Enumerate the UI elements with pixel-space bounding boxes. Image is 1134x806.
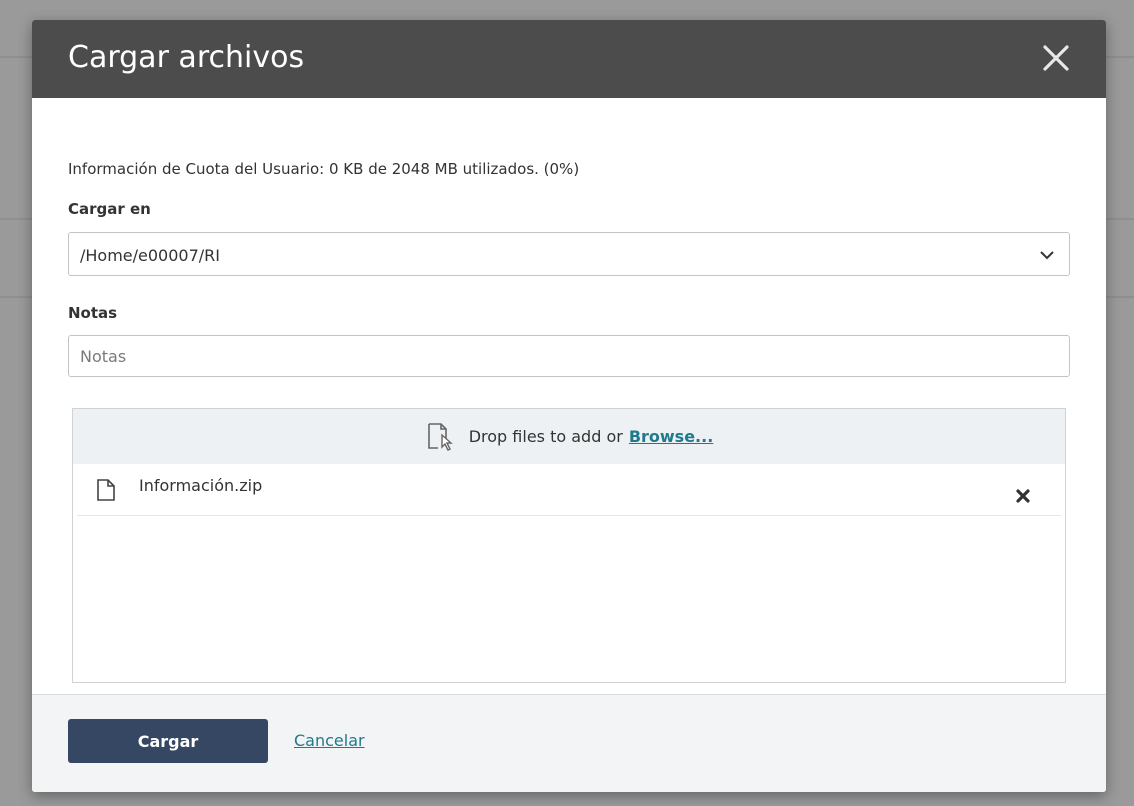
close-button[interactable] xyxy=(1036,38,1076,78)
file-dropzone[interactable]: Drop files to add or Browse... Informaci… xyxy=(72,408,1066,683)
dropzone-header: Drop files to add or Browse... xyxy=(73,409,1065,464)
dialog-footer: Cargar Cancelar xyxy=(32,694,1106,792)
chevron-down-icon xyxy=(1040,251,1054,260)
cancel-link[interactable]: Cancelar xyxy=(294,731,365,750)
upload-to-select[interactable]: /Home/e00007/RI xyxy=(68,232,1070,276)
remove-icon[interactable] xyxy=(1015,488,1031,504)
upload-button[interactable]: Cargar xyxy=(68,719,268,763)
dialog-body: Información de Cuota del Usuario: 0 KB d… xyxy=(32,98,1106,694)
quota-info: Información de Cuota del Usuario: 0 KB d… xyxy=(68,160,580,178)
upload-dialog: Cargar archivos Información de Cuota del… xyxy=(32,20,1106,792)
upload-to-value: /Home/e00007/RI xyxy=(80,246,220,265)
upload-to-label: Cargar en xyxy=(68,200,151,218)
file-name: Información.zip xyxy=(139,476,263,495)
drop-instructions: Drop files to add or xyxy=(468,427,623,446)
file-drop-icon xyxy=(427,422,453,451)
browse-link[interactable]: Browse... xyxy=(629,427,713,446)
notes-input[interactable] xyxy=(68,335,1070,377)
file-list-item: Información.zip xyxy=(77,464,1061,516)
close-icon xyxy=(1043,45,1069,71)
file-icon xyxy=(97,479,115,501)
dialog-title: Cargar archivos xyxy=(68,40,305,75)
dialog-header: Cargar archivos xyxy=(32,20,1106,98)
notes-label: Notas xyxy=(68,304,118,322)
